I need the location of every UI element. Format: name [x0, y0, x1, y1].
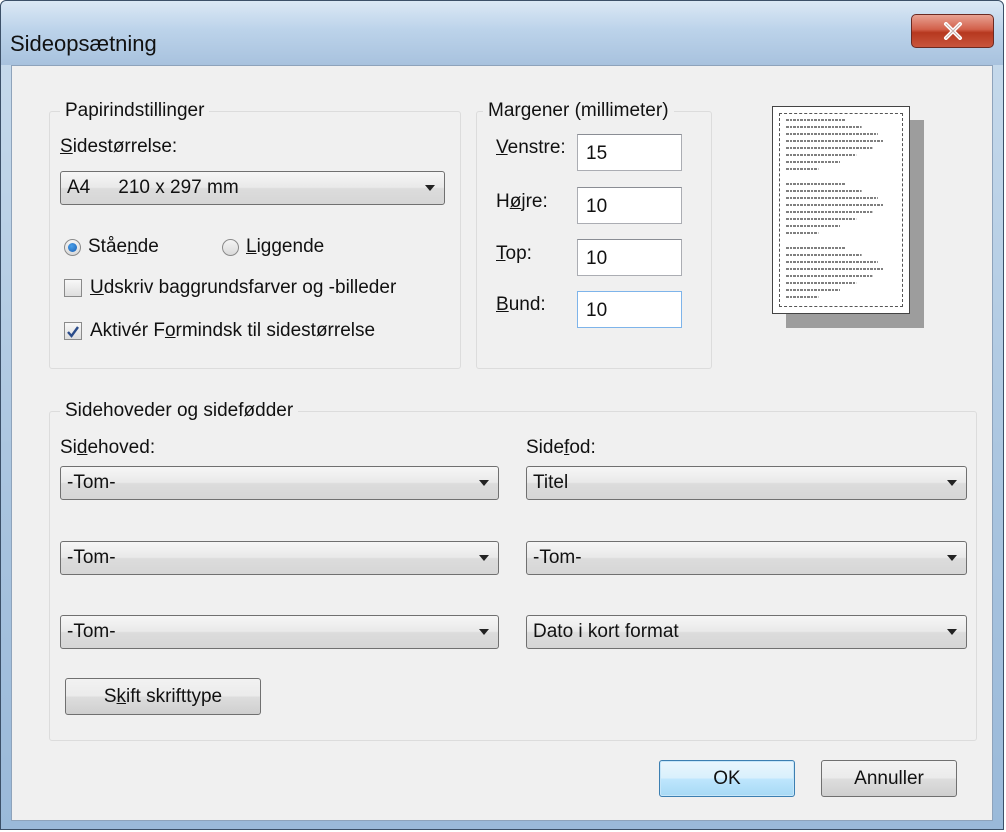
margin-bottom-input[interactable]: 10	[577, 291, 682, 328]
portrait-label: Stående	[88, 236, 159, 257]
page-setup-window: Sideopsætning Papirindstillinger Sidestø…	[0, 0, 1004, 830]
paper-settings-legend: Papirindstillinger	[60, 100, 210, 122]
page-size-select[interactable]: A4 210 x 297 mm	[60, 171, 445, 205]
checkbox-unchecked-icon	[64, 279, 82, 297]
chevron-down-icon	[938, 479, 966, 487]
margin-bottom-label: Bund:	[496, 294, 546, 315]
margin-right-label: Højre:	[496, 191, 548, 212]
title-bar[interactable]: Sideopsætning	[1, 1, 1003, 65]
margin-top-input[interactable]: 10	[577, 239, 682, 276]
paper-settings-group: Papirindstillinger Sidestørrelse: A4 210 …	[49, 100, 461, 369]
preview-margin-outline	[779, 113, 903, 307]
radio-selected-icon	[64, 238, 81, 256]
footer-select-2[interactable]: -Tom-	[526, 541, 967, 575]
print-background-label: Udskriv baggrundsfarver og -billeder	[90, 277, 397, 298]
header-select-1[interactable]: -Tom-	[60, 466, 499, 500]
headers-footers-legend: Sidehoveder og sidefødder	[60, 400, 299, 422]
checkbox-checked-icon	[64, 322, 82, 340]
margin-left-label: Venstre:	[496, 137, 566, 158]
landscape-radio[interactable]: Liggende	[222, 236, 324, 258]
margin-top-label: Top:	[496, 243, 532, 264]
ok-button[interactable]: OK	[659, 760, 795, 797]
landscape-label: Liggende	[246, 236, 325, 257]
margins-legend: Margener (millimeter)	[483, 100, 674, 122]
footer-select-1[interactable]: Titel	[526, 466, 967, 500]
footer-label: Sidefod:	[526, 437, 596, 458]
chevron-down-icon	[470, 628, 498, 636]
radio-unselected-icon	[222, 238, 239, 256]
header-select-2[interactable]: -Tom-	[60, 541, 499, 575]
page-size-label: Sidestørrelse:	[60, 136, 178, 157]
preview-text-lines	[786, 119, 884, 298]
close-button[interactable]	[911, 14, 994, 48]
dialog-client-area: Papirindstillinger Sidestørrelse: A4 210 …	[11, 65, 993, 821]
page-size-name: A4	[67, 177, 91, 198]
chevron-down-icon	[938, 628, 966, 636]
print-background-checkbox[interactable]: Udskriv baggrundsfarver og -billeder	[64, 277, 396, 299]
chevron-down-icon	[416, 184, 444, 192]
footer-select-3[interactable]: Dato i kort format	[526, 615, 967, 649]
window-title: Sideopsætning	[10, 31, 157, 56]
shrink-to-fit-checkbox[interactable]: Aktivér Formindsk til sidestørrelse	[64, 320, 375, 342]
portrait-radio[interactable]: Stående	[64, 236, 159, 258]
margin-right-input[interactable]: 10	[577, 187, 682, 224]
cancel-button[interactable]: Annuller	[821, 760, 957, 797]
page-size-dims: 210 x 297 mm	[118, 177, 239, 198]
header-label: Sidehoved:	[60, 437, 156, 458]
shrink-to-fit-label: Aktivér Formindsk til sidestørrelse	[90, 320, 376, 341]
margins-group: Margener (millimeter) Venstre: 15 Højre:…	[476, 100, 712, 369]
chevron-down-icon	[470, 479, 498, 487]
header-select-3[interactable]: -Tom-	[60, 615, 499, 649]
headers-footers-group: Sidehoveder og sidefødder Sidehoved: Sid…	[49, 400, 977, 741]
chevron-down-icon	[470, 554, 498, 562]
preview-page	[772, 106, 910, 314]
page-preview	[772, 106, 924, 328]
chevron-down-icon	[938, 554, 966, 562]
close-icon	[943, 22, 962, 40]
change-font-button[interactable]: Sk ift skrifttype	[65, 678, 261, 715]
margin-left-input[interactable]: 15	[577, 134, 682, 171]
